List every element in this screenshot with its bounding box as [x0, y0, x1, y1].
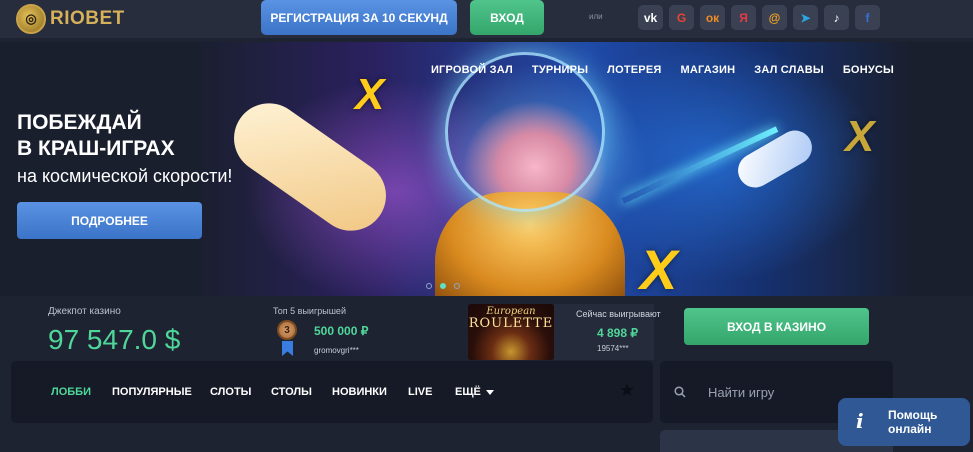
google-icon[interactable]: G — [669, 5, 694, 30]
x-multiplier-graphic: X — [355, 70, 385, 119]
tab-tables[interactable]: СТОЛЫ — [271, 386, 312, 398]
riobet-logo[interactable]: ◎ RIOBET — [16, 4, 125, 34]
slider-dot[interactable] — [426, 283, 432, 289]
now-winning-user: 19574*** — [597, 344, 629, 353]
top-header: ◎ RIOBET РЕГИСТРАЦИЯ ЗА 10 СЕКУНД ВХОД и… — [0, 0, 973, 38]
tab-lobby[interactable]: ЛОББИ — [51, 386, 91, 398]
slider-dot[interactable] — [454, 283, 460, 289]
help-label-line1: Помощь — [888, 408, 938, 422]
logo-emblem-icon: ◎ — [16, 4, 46, 34]
favorites-star-icon[interactable]: ★ — [619, 380, 635, 401]
logo-text: RIOBET — [50, 8, 125, 29]
facebook-icon[interactable]: f — [855, 5, 880, 30]
info-icon: i — [856, 409, 864, 433]
tab-live[interactable]: LIVE — [408, 386, 432, 398]
help-label-line2: онлайн — [888, 422, 932, 436]
more-button[interactable]: ПОДРОБНЕЕ — [17, 202, 202, 239]
mailru-icon[interactable]: @ — [762, 5, 787, 30]
slider-dots — [426, 283, 460, 289]
banner-title: ПОБЕЖДАЙ В КРАШ-ИГРАХ — [17, 110, 175, 162]
nav-game-hall[interactable]: ИГРОВОЙ ЗАЛ — [431, 64, 513, 76]
bronze-medal-icon: 3 — [277, 320, 297, 340]
x-multiplier-graphic: X — [845, 112, 875, 161]
european-roulette-thumbnail[interactable]: European ROULETTE — [468, 304, 554, 360]
jackpot-value: 97 547.0 $ — [48, 324, 181, 355]
promo-banner[interactable]: X X X ИГРОВОЙ ЗАЛ ТУРНИРЫ ЛОТЕРЕЯ МАГАЗИ… — [0, 42, 973, 296]
main-nav: ИГРОВОЙ ЗАЛ ТУРНИРЫ ЛОТЕРЕЯ МАГАЗИН ЗАЛ … — [431, 64, 894, 76]
top5-label: Топ 5 выигрышей — [273, 306, 346, 316]
banner-title-line2: В КРАШ-ИГРАХ — [17, 137, 175, 160]
nav-tournaments[interactable]: ТУРНИРЫ — [532, 64, 588, 76]
vk-icon[interactable]: vk — [638, 5, 663, 30]
register-button[interactable]: РЕГИСТРАЦИЯ ЗА 10 СЕКУНД — [261, 0, 457, 35]
social-login-list: vk G ок Я @ ➤ ♪ f — [638, 5, 880, 30]
now-winning-label: Сейчас выигрывают — [576, 309, 661, 319]
small-rocket-illustration — [731, 124, 819, 194]
top5-username: gromovgri*** — [314, 346, 359, 355]
chevron-down-icon — [485, 389, 494, 395]
help-label: Помощь онлайн — [888, 408, 958, 436]
slider-dot-active[interactable] — [440, 283, 446, 289]
odnoklassniki-icon[interactable]: ок — [700, 5, 725, 30]
jackpot-label: Джекпот казино — [48, 306, 121, 317]
help-online-button[interactable]: i Помощь онлайн — [838, 398, 970, 446]
banner-subtitle: на космической скорости! — [17, 166, 233, 186]
tab-slots[interactable]: СЛОТЫ — [210, 386, 251, 398]
telegram-icon[interactable]: ➤ — [793, 5, 818, 30]
astronaut-helmet-illustration — [445, 52, 605, 212]
tab-new[interactable]: НОВИНКИ — [332, 386, 387, 398]
casino-enter-button[interactable]: ВХОД В КАЗИНО — [684, 308, 869, 345]
tab-more-label: ЕЩЁ — [455, 386, 481, 398]
banner-artwork: X X X — [195, 42, 910, 296]
banner-title-line1: ПОБЕЖДАЙ — [17, 111, 142, 134]
nav-shop[interactable]: МАГАЗИН — [680, 64, 735, 76]
tab-popular[interactable]: ПОПУЛЯРНЫЕ — [112, 386, 192, 398]
login-button[interactable]: ВХОД — [470, 0, 544, 35]
nav-lottery[interactable]: ЛОТЕРЕЯ — [607, 64, 661, 76]
tab-more[interactable]: ЕЩЁ — [455, 386, 494, 398]
tiktok-icon[interactable]: ♪ — [824, 5, 849, 30]
nav-hall-of-fame[interactable]: ЗАЛ СЛАВЫ — [754, 64, 824, 76]
x-multiplier-graphic: X — [640, 238, 678, 296]
now-winning-amount: 4 898 ₽ — [597, 326, 638, 340]
yandex-icon[interactable]: Я — [731, 5, 756, 30]
search-icon — [674, 386, 686, 398]
or-separator: или — [589, 12, 603, 21]
nav-bonuses[interactable]: БОНУСЫ — [843, 64, 894, 76]
game-title-main: ROULETTE — [468, 316, 554, 331]
medal-ribbon-icon — [282, 341, 293, 356]
top5-amount: 500 000 ₽ — [314, 324, 369, 338]
